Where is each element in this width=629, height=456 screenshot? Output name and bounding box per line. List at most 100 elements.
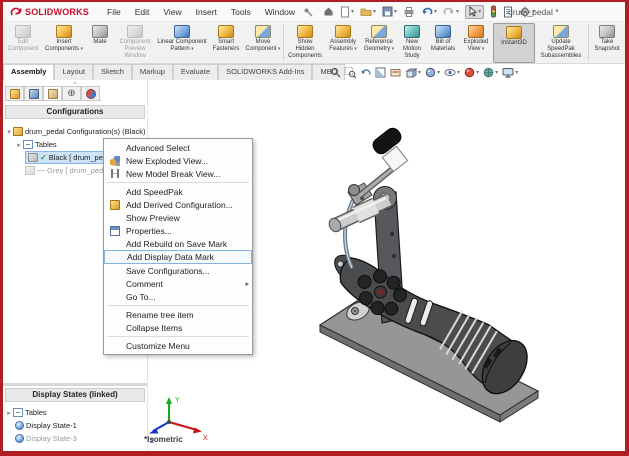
hide-show-items-icon[interactable]: ▾ bbox=[444, 67, 460, 78]
ribbon-button-reference-geometry[interactable]: Reference Geometry bbox=[361, 23, 397, 63]
ribbon-button-take-snapshot[interactable]: Take Snapshot bbox=[590, 23, 624, 63]
tab-solidworks-add-ins[interactable]: SOLIDWORKS Add-Ins bbox=[218, 64, 313, 80]
menu-bar: File Edit View Insert Tools Window bbox=[99, 7, 303, 17]
view-orientation-icon[interactable]: ▾ bbox=[405, 67, 421, 78]
open-document-icon[interactable]: ▾ bbox=[360, 5, 376, 19]
menu-item-collapse-items[interactable]: Collapse Items bbox=[104, 321, 252, 334]
dropdown-arrow-icon[interactable]: ▾ bbox=[515, 69, 518, 76]
menu-item-new-model-break-view[interactable]: New Model Break View... bbox=[104, 167, 252, 180]
menu-item-label: Collapse Items bbox=[126, 322, 183, 333]
menu-item-add-derived-configuration[interactable]: Add Derived Configuration... bbox=[104, 198, 252, 211]
dropdown-arrow-icon[interactable]: ▾ bbox=[418, 69, 421, 76]
menu-item-add-display-data-mark[interactable]: Add Display Data Mark bbox=[104, 250, 252, 264]
expander-icon[interactable]: ▸ bbox=[5, 409, 13, 417]
menu-item-add-rebuild-on-save-mark[interactable]: Add Rebuild on Save Mark bbox=[104, 237, 252, 250]
dropdown-arrow-icon[interactable]: ▾ bbox=[434, 8, 437, 15]
tree-row-display-state-3[interactable]: Display State-3 bbox=[3, 432, 147, 445]
ribbon-button-update-speedpak-subassemblies[interactable]: Update SpeedPak Subassemblies bbox=[535, 23, 587, 63]
ribbon-button-linear-component-pattern[interactable]: Linear Component Pattern bbox=[156, 23, 208, 63]
ribbon-button-show-hidden-components[interactable]: Show Hidden Components bbox=[285, 23, 325, 63]
home-icon[interactable] bbox=[323, 5, 334, 19]
tab-configuration-manager[interactable] bbox=[43, 86, 62, 100]
dropdown-arrow-icon[interactable]: ▾ bbox=[456, 8, 459, 15]
save-icon[interactable]: ▾ bbox=[382, 5, 397, 19]
menu-item-save-configurations[interactable]: Save Configurations... bbox=[104, 264, 252, 277]
dimxpert-manager-icon: ⊕ bbox=[67, 87, 76, 99]
menu-edit[interactable]: Edit bbox=[135, 7, 150, 17]
tables-icon bbox=[13, 408, 23, 417]
tab-assembly[interactable]: Assembly bbox=[3, 64, 55, 80]
ribbon-button-mate[interactable]: Mate bbox=[86, 23, 114, 63]
ribbon-button-large-assembly-settings[interactable]: Large Assembly Settings bbox=[624, 23, 625, 63]
ribbon-button-insert-components[interactable]: Insert Components bbox=[42, 23, 86, 63]
tree-row-label: Tables bbox=[35, 140, 57, 149]
dropdown-arrow-icon[interactable]: ▾ bbox=[457, 69, 460, 76]
view-settings-icon[interactable]: ▾ bbox=[502, 67, 518, 78]
dropdown-arrow-icon[interactable]: ▾ bbox=[478, 8, 481, 15]
menu-insert[interactable]: Insert bbox=[196, 7, 217, 17]
zoom-to-fit-icon[interactable] bbox=[330, 67, 341, 78]
menu-item-properties[interactable]: Properties... bbox=[104, 224, 252, 237]
new-document-icon[interactable]: ▾ bbox=[340, 5, 354, 19]
tree-row-ds-tables[interactable]: ▸ Tables bbox=[3, 406, 147, 419]
print-icon[interactable] bbox=[403, 5, 415, 19]
ribbon-button-exploded-view[interactable]: Exploded View bbox=[459, 23, 493, 63]
expander-icon[interactable]: ▾ bbox=[5, 128, 13, 136]
menu-separator bbox=[107, 305, 249, 306]
menu-item-comment[interactable]: Comment ▸ bbox=[104, 277, 252, 290]
menu-item-go-to[interactable]: Go To... bbox=[104, 290, 252, 303]
ribbon-button-instant3d[interactable]: Instant3D bbox=[493, 23, 535, 63]
dropdown-arrow-icon[interactable]: ▾ bbox=[476, 69, 479, 76]
select-tool-icon[interactable]: ▾ bbox=[465, 4, 485, 19]
new-motion-study-icon bbox=[404, 25, 420, 38]
apply-scene-icon[interactable]: ▾ bbox=[483, 67, 498, 78]
undo-icon[interactable]: ▾ bbox=[421, 5, 437, 19]
dropdown-arrow-icon[interactable]: ▾ bbox=[373, 8, 376, 15]
dropdown-arrow-icon[interactable]: ▾ bbox=[394, 8, 397, 15]
display-style-icon[interactable]: ▾ bbox=[425, 67, 440, 78]
menu-separator bbox=[107, 336, 249, 337]
reference-geometry-icon bbox=[371, 25, 387, 38]
previous-view-icon[interactable] bbox=[360, 67, 371, 78]
menu-item-advanced-select[interactable]: Advanced Select bbox=[104, 141, 252, 154]
tab-layout[interactable]: Layout bbox=[54, 64, 93, 80]
menu-separator bbox=[107, 182, 249, 183]
ribbon-button-smart-fasteners[interactable]: Smart Fasteners bbox=[208, 23, 244, 63]
ribbon-button-move-component[interactable]: Move Component bbox=[244, 23, 282, 63]
menu-item-show-preview[interactable]: Show Preview bbox=[104, 211, 252, 224]
menu-item-customize-menu[interactable]: Customize Menu bbox=[104, 339, 252, 352]
redo-icon[interactable]: ▾ bbox=[443, 5, 459, 19]
ribbon-button-new-motion-study[interactable]: New Motion Study bbox=[397, 23, 427, 63]
tab-evaluate[interactable]: Evaluate bbox=[172, 64, 219, 80]
annotation-view-icon[interactable] bbox=[390, 67, 401, 78]
menu-view[interactable]: View bbox=[163, 7, 181, 17]
zoom-to-area-icon[interactable] bbox=[345, 66, 356, 78]
tab-property-manager[interactable] bbox=[24, 86, 43, 100]
dropdown-arrow-icon[interactable]: ▾ bbox=[351, 8, 354, 15]
menu-item-rename-tree-item[interactable]: Rename tree item bbox=[104, 308, 252, 321]
ribbon-button-bill-of-materials[interactable]: Bill of Materials bbox=[427, 23, 459, 63]
tab-sketch[interactable]: Sketch bbox=[92, 64, 132, 80]
tree-row-display-state-1[interactable]: Display State-1 bbox=[3, 419, 147, 432]
edit-appearance-icon[interactable]: ▾ bbox=[464, 67, 479, 78]
panel-tab-bar: ⊕ bbox=[5, 86, 101, 101]
menu-item-add-speedpak[interactable]: Add SpeedPak bbox=[104, 185, 252, 198]
dropdown-arrow-icon[interactable]: ▾ bbox=[495, 69, 498, 76]
pin-menu-icon[interactable] bbox=[303, 5, 313, 19]
menu-tools[interactable]: Tools bbox=[231, 7, 251, 17]
tree-row-configuration-root[interactable]: ▾ drum_pedal Configuration(s) (Black) bbox=[3, 125, 147, 138]
menu-item-label: New Model Break View... bbox=[126, 168, 221, 179]
tab-feature-manager[interactable] bbox=[5, 86, 24, 100]
ribbon-button-assembly-features[interactable]: Assembly Features bbox=[325, 23, 361, 63]
section-view-icon[interactable] bbox=[375, 67, 386, 78]
expander-icon[interactable]: ▸ bbox=[15, 141, 23, 149]
menu-window[interactable]: Window bbox=[265, 7, 295, 17]
tab-markup[interactable]: Markup bbox=[131, 64, 173, 80]
tab-dimxpert-manager[interactable]: ⊕ bbox=[62, 86, 81, 100]
tab-display-manager[interactable] bbox=[81, 86, 100, 100]
menu-file[interactable]: File bbox=[107, 7, 121, 17]
rebuild-icon[interactable] bbox=[490, 5, 497, 19]
menu-item-new-exploded-view[interactable]: New Exploded View... bbox=[104, 154, 252, 167]
dropdown-arrow-icon[interactable]: ▾ bbox=[437, 69, 440, 76]
display-states-tree: ▸ Tables Display State-1 Display State-3 bbox=[3, 406, 147, 445]
